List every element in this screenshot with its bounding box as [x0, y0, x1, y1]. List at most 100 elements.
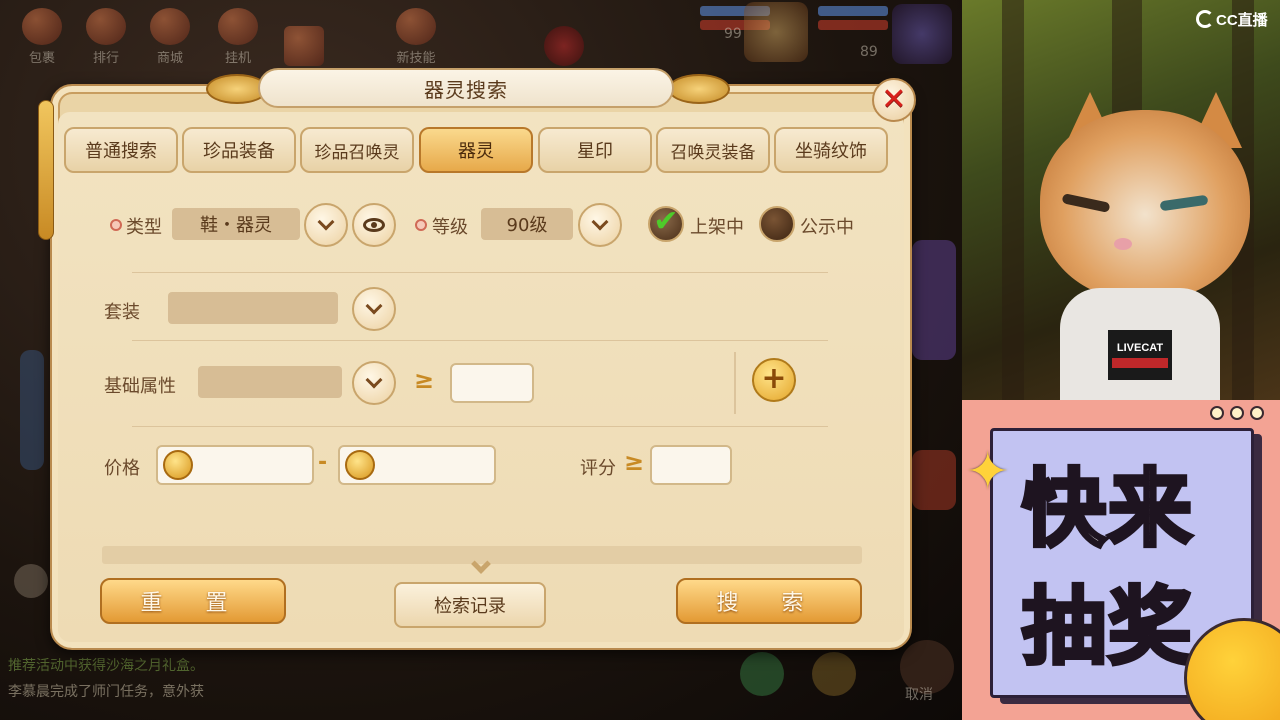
score-label: 评分 — [580, 458, 616, 479]
dialog-title: 器灵搜索 — [424, 77, 508, 102]
type-radio[interactable] — [110, 219, 122, 231]
top-icon-calendar[interactable] — [280, 8, 328, 66]
chat-message: 推荐活动中获得沙海之月礼盒。 — [8, 658, 204, 674]
close-button[interactable]: ✕ — [872, 78, 916, 122]
brand-text: CC直播 — [1216, 11, 1268, 29]
listed-checkbox[interactable]: ✔ — [648, 206, 684, 242]
bag-icon — [22, 8, 62, 45]
right-side-button[interactable] — [912, 450, 956, 510]
top-icon-rank[interactable]: 排行 — [82, 8, 130, 66]
checkmark-icon: ✔ — [653, 204, 679, 239]
top-icon-label: 包裹 — [28, 51, 55, 66]
cc-live-logo: CC直播 — [1196, 8, 1268, 30]
cancel-label[interactable]: 取消 — [905, 684, 933, 704]
listed-label: 上架中 — [690, 217, 744, 238]
event-icon — [544, 26, 584, 66]
type-dropdown-button[interactable] — [304, 203, 348, 247]
base-attr-select[interactable] — [198, 366, 342, 398]
shirt-stripe — [1112, 358, 1168, 368]
tab-mount-pattern[interactable]: 坐骑纹饰 — [774, 127, 888, 173]
type-select[interactable]: 鞋・器灵 — [172, 208, 300, 240]
pet-avatar[interactable] — [892, 4, 952, 64]
price-label: 价格 — [104, 458, 140, 479]
promo-text-line2: 抽奖 — [1020, 576, 1195, 678]
tab-normal-search[interactable]: 普通搜索 — [64, 127, 178, 173]
top-icon-autoplay[interactable]: 挂机 — [214, 8, 262, 66]
top-icon-bag[interactable]: 包裹 — [18, 8, 66, 66]
calendar-icon — [284, 26, 324, 66]
promo-text-line1: 快来 — [1020, 458, 1195, 560]
skill-slot-icon[interactable] — [812, 652, 856, 696]
scroll-down-indicator[interactable] — [470, 554, 492, 576]
plus-icon: + — [761, 360, 787, 396]
type-label: 类型 — [126, 217, 162, 238]
player-avatar[interactable] — [744, 2, 808, 62]
coin-icon — [345, 450, 375, 480]
tab-star-seal[interactable]: 星印 — [538, 127, 652, 173]
top-icon-label: 新技能 — [396, 51, 436, 66]
gte-sign: ≥ — [624, 448, 645, 476]
search-history-button[interactable]: 检索记录 — [394, 582, 546, 628]
set-label: 套装 — [104, 302, 140, 323]
vertical-divider — [734, 352, 736, 414]
hud-level-player: 99 — [724, 26, 742, 42]
chat-message: 李慕晨完成了师门任务，意外获 — [8, 684, 204, 700]
chevron-down-icon — [365, 371, 383, 389]
base-attr-label: 基础属性 — [104, 376, 176, 397]
rank-icon — [86, 8, 126, 45]
level-radio[interactable] — [415, 219, 427, 231]
sparkle-icon: ✦ — [966, 442, 1010, 502]
level-select[interactable]: 90级 — [481, 208, 573, 240]
window-dot — [1230, 406, 1244, 420]
score-min-input[interactable] — [650, 445, 732, 485]
preview-button[interactable] — [352, 203, 396, 247]
range-separator: - — [318, 450, 328, 475]
hud-pet-hp-bar — [818, 6, 888, 16]
set-dropdown-button[interactable] — [352, 287, 396, 331]
reset-button[interactable]: 重 置 — [100, 578, 286, 624]
window-dot — [1210, 406, 1224, 420]
skill-slot-icon[interactable] — [740, 652, 784, 696]
tab-summon-equipment[interactable]: 召唤灵装备 — [656, 127, 770, 173]
left-side-tab[interactable] — [20, 350, 44, 470]
hud-pet-mp-bar — [818, 20, 888, 30]
new-skill-icon — [396, 8, 436, 45]
top-icon-shop[interactable]: 商城 — [146, 8, 194, 66]
top-icon-event[interactable] — [540, 8, 588, 66]
top-icon-label: 挂机 — [224, 51, 251, 66]
hud-level-pet: 89 — [860, 44, 878, 60]
level-label: 等级 — [432, 217, 468, 238]
autoplay-icon — [218, 8, 258, 45]
shirt-logo: LIVECAT — [1108, 330, 1172, 380]
window-dot — [1250, 406, 1264, 420]
cc-logo-icon — [1196, 10, 1214, 28]
set-select[interactable] — [168, 292, 338, 324]
title-ornament-right — [668, 74, 730, 104]
right-side-tab[interactable] — [912, 240, 956, 360]
tab-rare-summon[interactable]: 珍品召唤灵 — [300, 127, 414, 173]
tree-trunk — [1002, 0, 1024, 400]
base-attr-dropdown-button[interactable] — [352, 361, 396, 405]
close-icon: ✕ — [881, 82, 907, 117]
tab-spirit[interactable]: 器灵 — [419, 127, 533, 173]
add-attribute-button[interactable]: + — [752, 358, 796, 402]
coin-icon — [163, 450, 193, 480]
top-icon-label: 排行 — [92, 51, 119, 66]
public-checkbox[interactable] — [759, 206, 795, 242]
level-dropdown-button[interactable] — [578, 203, 622, 247]
tab-rare-equipment[interactable]: 珍品装备 — [182, 127, 296, 173]
divider — [132, 340, 828, 341]
chevron-down-icon — [365, 297, 383, 315]
search-button[interactable]: 搜 索 — [676, 578, 862, 624]
base-attr-min-input[interactable] — [450, 363, 534, 403]
public-label: 公示中 — [800, 217, 854, 238]
shirt-text: LIVECAT — [1116, 342, 1164, 354]
dialog-title-banner: 器灵搜索 — [258, 68, 674, 108]
shop-icon — [150, 8, 190, 45]
chevron-down-icon — [591, 213, 609, 231]
chat-bubble-icon[interactable] — [14, 564, 48, 598]
top-icon-new-skill[interactable]: 新技能 — [392, 8, 440, 66]
gte-sign: ≥ — [414, 366, 435, 394]
divider — [132, 426, 828, 427]
top-icon-label: 商城 — [156, 51, 183, 66]
